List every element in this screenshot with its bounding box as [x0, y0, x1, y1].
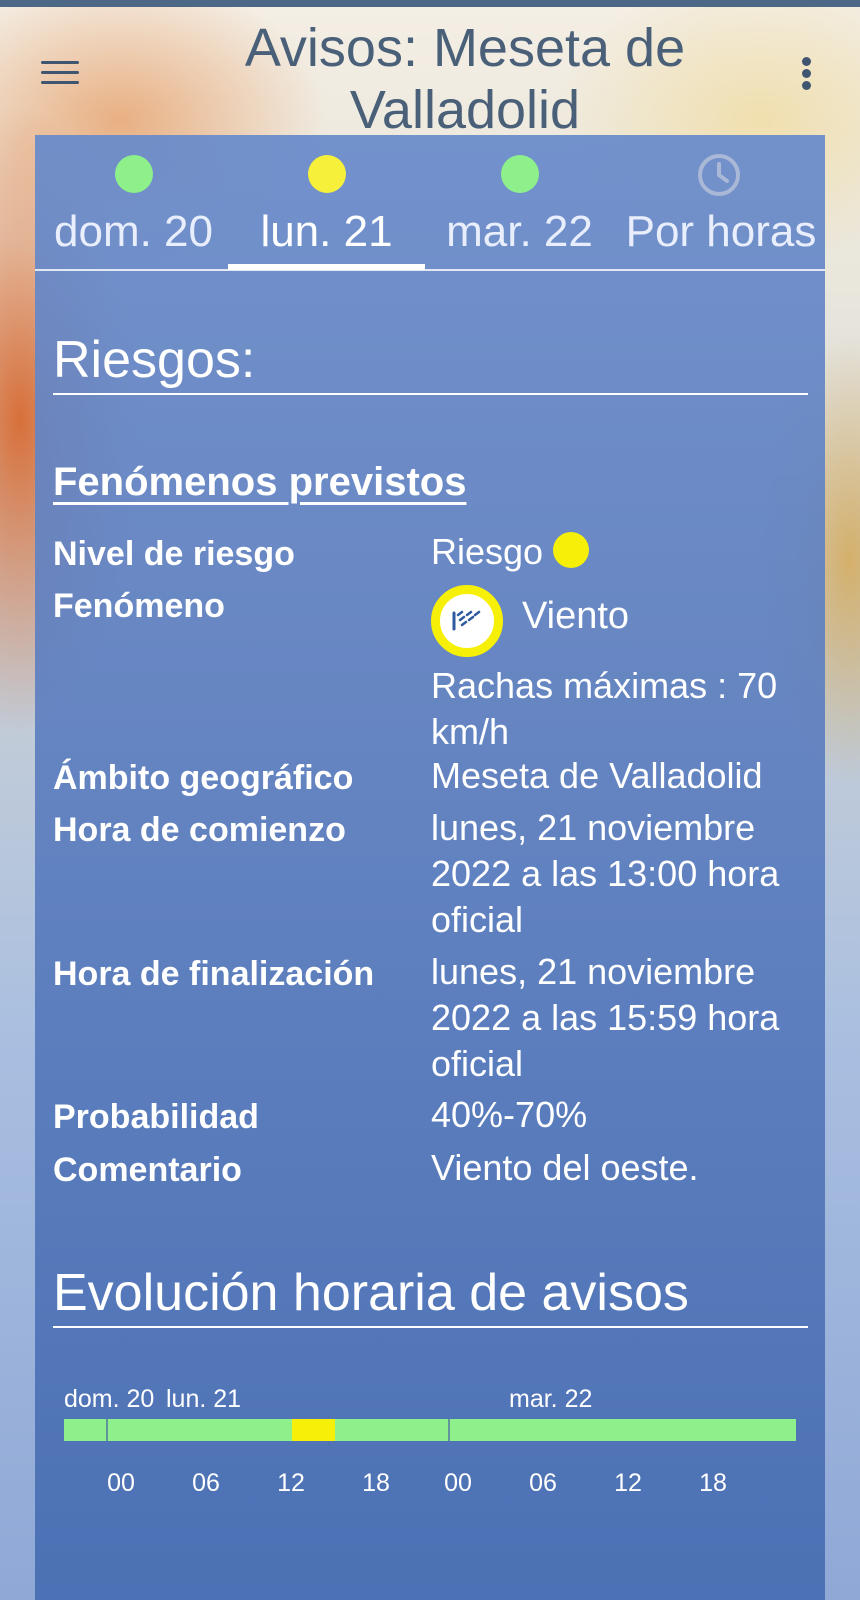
wind-glyph	[452, 610, 481, 631]
page-title: Avisos: Meseta de Valladolid	[244, 18, 686, 140]
status-strip	[0, 0, 860, 7]
comment-label: Comentario	[53, 1151, 242, 1189]
timeline-day-label: mar. 22	[509, 1385, 593, 1413]
tab-label: mar. 22	[446, 207, 593, 256]
end-time-value: lunes, 21 noviembre 2022 a las 15:59 hor…	[431, 951, 780, 1084]
tab-monday-21[interactable]: lun. 21	[228, 135, 425, 272]
day-tabs: dom. 20 lun. 21 mar. 22 Por horas	[35, 135, 825, 272]
more-options-icon[interactable]	[796, 51, 820, 95]
tab-tuesday-22[interactable]: mar. 22	[421, 135, 618, 272]
timeline-day-separator	[106, 1419, 108, 1441]
menu-icon[interactable]	[38, 55, 84, 91]
hourly-evolution-title: Evolución horaria de avisos	[53, 1264, 689, 1322]
geographic-area-value: Meseta de Valladolid	[431, 755, 763, 796]
status-dot	[115, 155, 153, 193]
timeline-day-label: lun. 21	[166, 1385, 242, 1413]
start-time-label: Hora de comienzo	[53, 811, 346, 849]
clock-icon	[698, 154, 740, 196]
wind-icon	[431, 585, 503, 657]
timeline-hour-label: 12	[277, 1469, 305, 1497]
risk-level-label: Nivel de riesgo	[53, 535, 295, 573]
geographic-area-label: Ámbito geográfico	[53, 759, 354, 797]
tabs-divider	[35, 269, 825, 271]
end-time-label: Hora de finalización	[53, 955, 375, 993]
probability-value: 40%-70%	[431, 1094, 588, 1135]
timeline-day-label: dom. 20	[64, 1385, 155, 1413]
timeline-segment-green	[335, 1419, 796, 1441]
app-header: Avisos: Meseta de Valladolid	[0, 7, 860, 140]
timeline-hour-label: 06	[529, 1469, 557, 1497]
forecast-phenomena-heading: Fenómenos previstos	[53, 460, 467, 504]
comment-value: Viento del oeste.	[431, 1147, 699, 1188]
warnings-panel: dom. 20 lun. 21 mar. 22 Por horas Riesgo…	[35, 135, 825, 1600]
section-divider	[53, 1326, 808, 1328]
timeline-hour-label: 12	[614, 1469, 642, 1497]
status-dot	[501, 155, 539, 193]
timeline-day-separator	[448, 1419, 450, 1441]
tab-sunday-20[interactable]: dom. 20	[35, 135, 232, 272]
risk-level-dot	[553, 532, 590, 568]
phenomenon-label: Fenómeno	[53, 587, 225, 625]
tab-label: lun. 21	[260, 207, 393, 256]
probability-label: Probabilidad	[53, 1098, 259, 1136]
start-time-value: lunes, 21 noviembre 2022 a las 13:00 hor…	[431, 807, 780, 940]
timeline-segment-yellow	[292, 1419, 335, 1441]
phenomenon-value: Viento	[522, 595, 630, 637]
timeline-segment-green	[64, 1419, 292, 1441]
timeline-hour-label: 06	[192, 1469, 220, 1497]
tab-label: Por horas	[625, 207, 817, 256]
risks-title: Riesgos:	[53, 331, 256, 389]
risk-level-value: Riesgo	[431, 529, 816, 575]
max-gusts-value: Rachas máximas : 70 km/h	[431, 665, 778, 752]
timeline-hour-label: 00	[107, 1469, 135, 1497]
warnings-timeline	[64, 1419, 796, 1441]
tab-label: dom. 20	[54, 207, 213, 256]
status-dot	[308, 155, 346, 193]
tab-hourly[interactable]: Por horas	[617, 135, 825, 272]
section-divider	[53, 393, 808, 395]
timeline-hour-label: 18	[699, 1469, 727, 1497]
risk-level-text: Riesgo	[431, 531, 544, 572]
timeline-hour-label: 18	[362, 1469, 390, 1497]
timeline-hour-label: 00	[444, 1469, 472, 1497]
